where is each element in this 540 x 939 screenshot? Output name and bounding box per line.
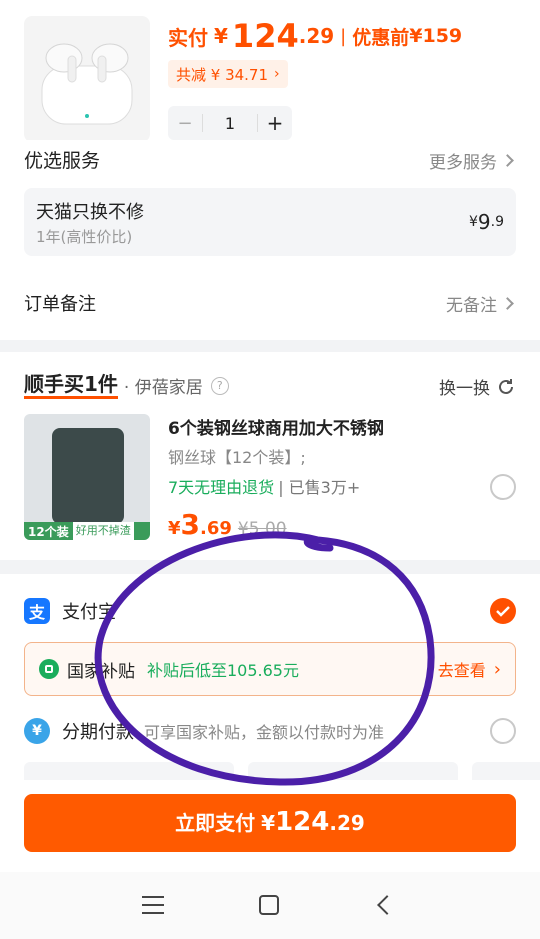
addon-product-image[interactable]: 12个装 好用不掉渣 bbox=[24, 414, 150, 540]
swap-label: 换一换 bbox=[439, 379, 490, 399]
addon-price-dec: .69 bbox=[200, 518, 232, 539]
national-subsidy-banner[interactable]: 国家补贴 补贴后低至105.65元 去查看 › bbox=[24, 642, 516, 696]
addon-image-banner: 12个装 好用不掉渣 bbox=[24, 522, 150, 540]
addon-shop-name: · 伊蓓家居 bbox=[123, 378, 203, 398]
chevron-right-icon bbox=[501, 297, 514, 310]
system-nav-bar bbox=[0, 872, 540, 939]
pay-now-label: 立即支付 bbox=[175, 811, 256, 835]
addon-tags: 7天无理由退货 | 已售3万+ bbox=[168, 474, 360, 498]
service-price-int: 9 bbox=[477, 210, 491, 234]
chevron-right-icon: › bbox=[493, 658, 501, 680]
addon-card: 顺手买1件 · 伊蓓家居 ? 换一换 12个装 好用不掉渣 6个装钢丝球商用加大… bbox=[0, 352, 540, 560]
more-services-link[interactable]: 更多服务 bbox=[429, 148, 514, 173]
subsidy-label: 国家补贴 bbox=[67, 661, 135, 682]
subsidy-icon bbox=[39, 659, 59, 679]
services-title: 优选服务 bbox=[24, 150, 101, 172]
discount-badge[interactable]: 共减 ¥ 34.71 › bbox=[168, 60, 288, 88]
order-note-link[interactable]: 无备注 bbox=[446, 291, 514, 316]
return-policy-tag: 7天无理由退货 bbox=[168, 478, 275, 497]
services-card: 优选服务 更多服务 天猫只换不修 1年(高性价比) ¥ 9 .9 订单备注 无备… bbox=[0, 140, 540, 340]
back-icon[interactable] bbox=[377, 895, 397, 915]
alipay-option[interactable]: 支 支付宝 bbox=[24, 598, 116, 624]
swap-button[interactable]: 换一换 bbox=[439, 374, 516, 399]
installment-label: 分期付款 bbox=[62, 722, 134, 743]
installment-text: 可享国家补贴，金额以付款时为准 bbox=[144, 723, 385, 742]
addon-price-row: ¥ 3 .69 ¥5.00 bbox=[168, 508, 287, 541]
payment-card: 支 支付宝 国家补贴 补贴后低至105.65元 去查看 › ¥ 分期付款 可享国… bbox=[0, 574, 540, 794]
paid-label: 实付 bbox=[168, 25, 208, 50]
addon-header: 顺手买1件 · 伊蓓家居 ? bbox=[24, 372, 229, 399]
addon-subtitle: 钢丝球【12个装】; bbox=[168, 448, 306, 467]
order-note-label: 订单备注 bbox=[24, 294, 96, 315]
order-note-value: 无备注 bbox=[446, 296, 497, 316]
earbuds-image bbox=[41, 43, 133, 125]
quantity-stepper: − 1 + bbox=[168, 106, 292, 140]
currency-symbol: ¥ bbox=[214, 24, 228, 48]
service-item-price: ¥ 9 .9 bbox=[469, 210, 504, 234]
discount-text: 共减 ¥ 34.71 bbox=[176, 65, 269, 84]
addon-image-badge2: 好用不掉渣 bbox=[72, 522, 134, 540]
sold-count: | 已售3万+ bbox=[278, 478, 361, 497]
pay-now-dec: .29 bbox=[329, 811, 365, 835]
addon-original-price: ¥5.00 bbox=[237, 519, 287, 539]
chevron-right-icon: › bbox=[274, 66, 280, 82]
service-item[interactable]: 天猫只换不修 1年(高性价比) ¥ 9 .9 bbox=[24, 188, 516, 256]
service-item-subtitle: 1年(高性价比) bbox=[36, 228, 133, 246]
menu-icon[interactable] bbox=[142, 896, 164, 914]
addon-image-badge: 12个装 bbox=[28, 524, 69, 539]
pay-now-button[interactable]: 立即支付 ¥ 124 .29 bbox=[24, 794, 516, 852]
refresh-icon bbox=[499, 378, 513, 394]
pay-bar: 立即支付 ¥ 124 .29 bbox=[0, 780, 540, 872]
paid-price-row: 实付 ¥ 124 .29 | 优惠前 ¥159 bbox=[168, 14, 462, 58]
addon-price-int: 3 bbox=[180, 508, 201, 541]
paid-price-dec: .29 bbox=[298, 24, 335, 48]
price-separator: | bbox=[340, 25, 347, 47]
before-discount-price: ¥159 bbox=[409, 25, 463, 47]
product-card: 实付 ¥ 124 .29 | 优惠前 ¥159 共减 ¥ 34.71 › − 1… bbox=[0, 0, 540, 142]
checkmark-icon bbox=[496, 606, 510, 617]
paid-price-int: 124 bbox=[231, 17, 299, 55]
service-price-dec: .9 bbox=[490, 214, 504, 230]
addon-brand: 顺手买1件 bbox=[24, 372, 118, 399]
alipay-icon: 支 bbox=[24, 598, 50, 624]
subsidy-text: 补贴后低至105.65元 bbox=[147, 661, 299, 680]
alipay-label: 支付宝 bbox=[62, 602, 116, 623]
subsidy-link-label: 去查看 bbox=[437, 661, 486, 680]
product-image[interactable] bbox=[24, 16, 150, 142]
addon-select-radio[interactable] bbox=[490, 474, 516, 500]
addon-price-symbol: ¥ bbox=[168, 518, 181, 539]
addon-title: 6个装钢丝球商用加大不锈钢 bbox=[168, 419, 384, 439]
alipay-selected-check[interactable] bbox=[490, 598, 516, 624]
service-price-symbol: ¥ bbox=[468, 214, 478, 230]
pay-now-symbol: ¥ bbox=[261, 811, 276, 835]
home-icon[interactable] bbox=[259, 895, 279, 915]
steel-wool-pack bbox=[52, 428, 124, 524]
pay-now-int: 124 bbox=[275, 807, 330, 837]
installment-radio[interactable] bbox=[490, 718, 516, 744]
installment-icon: ¥ bbox=[24, 718, 50, 744]
installment-option[interactable]: ¥ 分期付款 可享国家补贴，金额以付款时为准 bbox=[24, 718, 384, 744]
quantity-value[interactable]: 1 bbox=[202, 114, 258, 133]
before-discount-label: 优惠前 bbox=[352, 26, 410, 49]
service-item-name: 天猫只换不修 bbox=[36, 202, 144, 223]
more-services-label: 更多服务 bbox=[429, 153, 497, 173]
increase-button[interactable]: + bbox=[258, 106, 292, 140]
decrease-button[interactable]: − bbox=[168, 106, 202, 140]
help-icon[interactable]: ? bbox=[210, 376, 229, 395]
chevron-right-icon bbox=[501, 154, 514, 167]
